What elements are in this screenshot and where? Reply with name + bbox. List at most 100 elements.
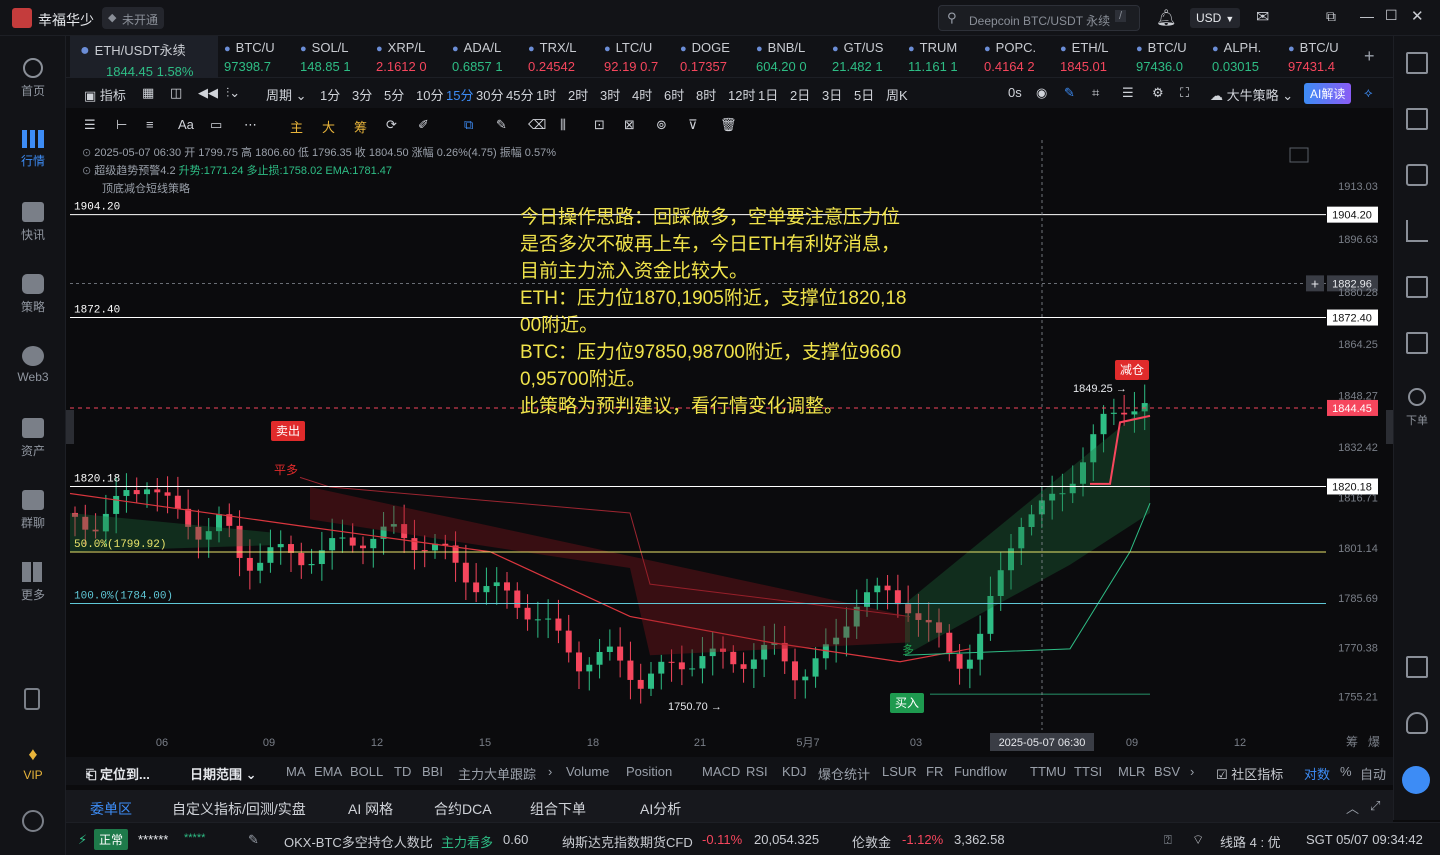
settings-icon[interactable] bbox=[22, 810, 44, 832]
auto-toggle[interactable]: 自动 bbox=[1360, 764, 1386, 783]
interval-option[interactable]: 12时 bbox=[728, 85, 755, 104]
document-icon[interactable] bbox=[1406, 108, 1428, 130]
collapse-icon[interactable]: ⊙ bbox=[82, 147, 94, 159]
community-indicator-button[interactable]: ☑ 社区指标 bbox=[1216, 764, 1283, 783]
indicator-option[interactable]: KDJ bbox=[782, 764, 807, 779]
chart-type-icon[interactable]: ⫶⌄ bbox=[226, 85, 240, 101]
interval-option[interactable]: 45分 bbox=[506, 85, 533, 104]
symbol-tab[interactable]: ● SOL/L 148.85 1 bbox=[298, 36, 370, 78]
crop-icon[interactable]: ⌗ bbox=[1092, 85, 1099, 101]
ruler-icon[interactable]: ▭ bbox=[210, 117, 222, 133]
indicator-option[interactable]: 爆仓统计 bbox=[818, 764, 870, 783]
nav-assets[interactable]: 资产 bbox=[0, 418, 66, 459]
expand-icon[interactable]: ⤢ bbox=[1370, 798, 1380, 814]
symbol-tab[interactable]: ● ETH/L 1845.01 bbox=[1058, 36, 1130, 78]
text-tool[interactable]: Aa bbox=[178, 117, 194, 132]
interval-option[interactable]: 3日 bbox=[822, 85, 842, 104]
symbol-tab[interactable]: ● ETH/USDT永续 1844.45 1.58% bbox=[70, 36, 218, 79]
ai-button[interactable]: AI解读 bbox=[1304, 83, 1352, 104]
symbol-tab[interactable]: ● POPC. 0.4164 2 bbox=[982, 36, 1054, 78]
indicator-option[interactable]: LSUR bbox=[882, 764, 917, 779]
minimize-icon[interactable]: — bbox=[1360, 8, 1374, 24]
account-status-badge[interactable]: ◆ 未开通 bbox=[102, 7, 164, 29]
add-tab-icon[interactable]: + bbox=[1364, 46, 1375, 67]
indicator-option[interactable]: RSI bbox=[746, 764, 768, 779]
symbol-tab[interactable]: ● BTC/U 97436.0 bbox=[1134, 36, 1206, 78]
headset-icon[interactable] bbox=[1406, 712, 1428, 734]
rewind-icon[interactable]: ◀◀ bbox=[198, 85, 218, 101]
edit-icon[interactable]: ✎ bbox=[248, 832, 259, 848]
phone-icon[interactable] bbox=[24, 688, 40, 710]
indicator-option[interactable]: TTMU bbox=[1030, 764, 1066, 779]
bottom-panel-tab[interactable]: 自定义指标/回测/实盘 bbox=[172, 799, 306, 819]
interval-option[interactable]: 5分 bbox=[384, 85, 404, 104]
brush-icon[interactable]: ✐ bbox=[418, 117, 429, 133]
copy-icon[interactable]: ⧉ bbox=[464, 117, 473, 133]
pencil-icon[interactable]: ✎ bbox=[1064, 85, 1075, 101]
lock-icon[interactable]: ⊡ bbox=[594, 117, 605, 133]
symbol-tab[interactable]: ● BTC/U 97398.7 bbox=[222, 36, 294, 78]
chip-toggle[interactable]: 筹 bbox=[354, 117, 367, 136]
line-quality[interactable]: 线路 4 : 优 bbox=[1220, 832, 1281, 851]
indicator-option[interactable]: FR bbox=[926, 764, 943, 779]
interval-option[interactable]: 30分 bbox=[476, 85, 503, 104]
chevron-right-icon[interactable]: › bbox=[1190, 764, 1194, 779]
edit-icon[interactable]: ⊠ bbox=[624, 117, 635, 133]
indicator-option[interactable]: BOLL bbox=[350, 764, 383, 779]
nav-chat[interactable]: 群聊 bbox=[0, 490, 66, 531]
trash-icon[interactable]: 🗑︎ bbox=[720, 117, 737, 133]
symbol-tab[interactable]: ● ALPH. 0.03015 bbox=[1210, 36, 1282, 78]
popout-icon[interactable]: ⧉ bbox=[1326, 8, 1336, 25]
menu-icon[interactable]: ☰ bbox=[84, 117, 96, 133]
indicator-option[interactable]: MLR bbox=[1118, 764, 1145, 779]
zero-s[interactable]: 0s bbox=[1008, 85, 1022, 100]
bottom-panel-tab[interactable]: 组合下单 bbox=[530, 799, 586, 819]
monitor-icon[interactable] bbox=[1406, 276, 1428, 298]
list-icon[interactable]: ☰ bbox=[1122, 85, 1134, 101]
calendar-icon[interactable]: ▦ bbox=[142, 85, 154, 101]
log-scale-toggle[interactable]: 对数 bbox=[1304, 764, 1330, 783]
order-icon[interactable] bbox=[1408, 388, 1426, 406]
strategy-select[interactable]: ☁ 大牛策略 ⌄ bbox=[1210, 85, 1293, 104]
indicator-option[interactable]: Position bbox=[626, 764, 672, 779]
mail-icon[interactable]: ✉ bbox=[1256, 7, 1269, 27]
interval-option[interactable]: 3分 bbox=[352, 85, 372, 104]
nav-market[interactable]: 行情 bbox=[0, 130, 66, 169]
currency-select[interactable]: USD ▼ bbox=[1190, 8, 1240, 28]
chevron-up-icon[interactable]: ︿ bbox=[1346, 798, 1359, 817]
candles-icon[interactable]: ⫼ bbox=[560, 117, 566, 133]
interval-option[interactable]: 1分 bbox=[320, 85, 340, 104]
symbol-tab[interactable]: ● BTC/U 97431.4 bbox=[1286, 36, 1358, 78]
collapse-right-handle[interactable] bbox=[1386, 410, 1393, 444]
interval-option[interactable]: 1日 bbox=[758, 85, 778, 104]
indicator-option[interactable]: Volume bbox=[566, 764, 609, 779]
more-icon[interactable]: ⋯ bbox=[244, 117, 257, 133]
magnet-icon[interactable]: ⊚ bbox=[656, 117, 667, 133]
interval-option[interactable]: 4时 bbox=[632, 85, 652, 104]
interval-option[interactable]: 3时 bbox=[600, 85, 620, 104]
chevron-right-icon[interactable]: › bbox=[548, 764, 552, 779]
bottom-panel-tab[interactable]: AI 网格 bbox=[348, 799, 393, 819]
symbol-tab[interactable]: ● TRUM 11.161 1 bbox=[906, 36, 978, 78]
indicator-option[interactable]: BSV bbox=[1154, 764, 1180, 779]
percent-toggle[interactable]: % bbox=[1340, 764, 1352, 779]
refresh-icon[interactable]: ⟳ bbox=[386, 117, 397, 133]
interval-option[interactable]: 8时 bbox=[696, 85, 716, 104]
layout-icon[interactable]: ◫ bbox=[170, 85, 182, 101]
filter-icon[interactable]: ⊽ bbox=[688, 117, 698, 133]
assistant-avatar[interactable] bbox=[1402, 766, 1430, 794]
bottom-panel-tab[interactable]: 合约DCA bbox=[434, 799, 492, 819]
camera-icon[interactable]: ◉ bbox=[1036, 85, 1047, 101]
symbol-tab[interactable]: ● TRX/L 0.24542 bbox=[526, 36, 598, 78]
symbol-tab[interactable]: ● XRP/L 2.1612 0 bbox=[374, 36, 446, 78]
date-range-select[interactable]: 日期范围 ⌄ bbox=[190, 764, 257, 783]
nav-more[interactable]: 更多 bbox=[0, 562, 66, 603]
symbol-tab[interactable]: ● BNB/L 604.20 0 bbox=[754, 36, 826, 78]
nav-home[interactable]: 首页 bbox=[0, 58, 66, 99]
nav-strategy[interactable]: 策略 bbox=[0, 274, 66, 315]
indicator-option[interactable]: TTSI bbox=[1074, 764, 1102, 779]
nav-news[interactable]: 快讯 bbox=[0, 202, 66, 243]
ticker2-name[interactable]: 纳斯达克指数期货CFD bbox=[562, 832, 693, 851]
bell-icon[interactable]: 🔔︎ bbox=[1156, 8, 1176, 28]
interval-option[interactable]: 2时 bbox=[568, 85, 588, 104]
